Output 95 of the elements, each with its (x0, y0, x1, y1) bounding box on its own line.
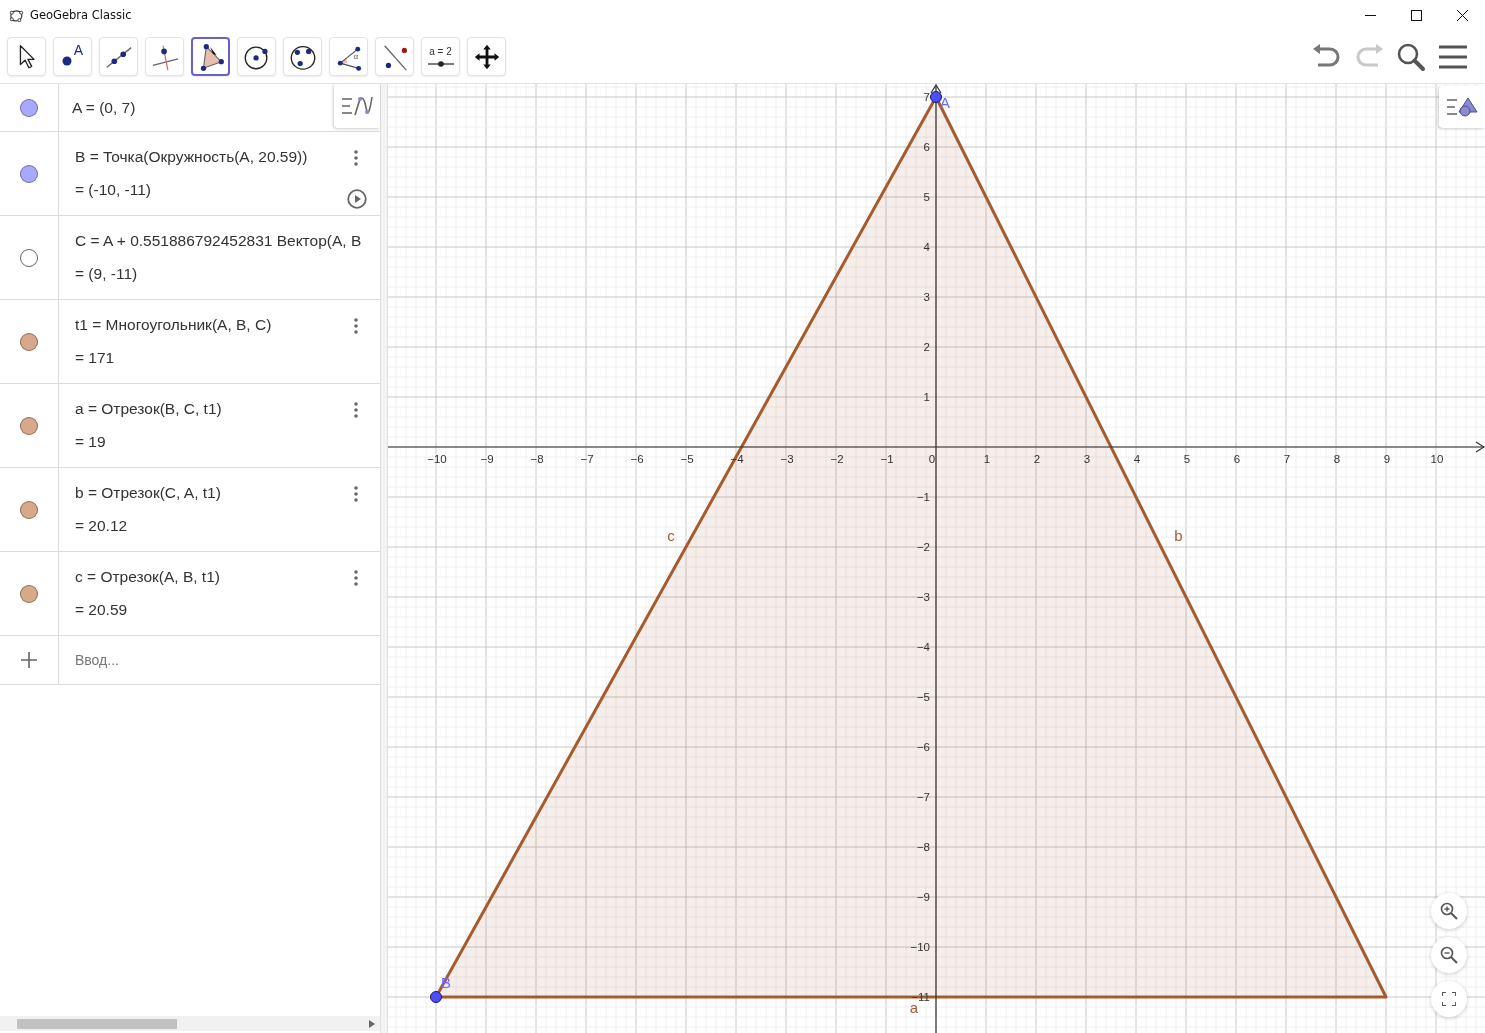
algebra-value: = 19 (75, 433, 106, 451)
x-tick-label: 3 (1083, 453, 1091, 465)
algebra-value: = 20.59 (75, 601, 128, 619)
more-icon (354, 570, 358, 586)
algebra-value: = 20.12 (75, 517, 128, 535)
zoom-out-button[interactable] (1431, 937, 1467, 973)
x-tick-label: 5 (1183, 453, 1191, 465)
more-icon (354, 150, 358, 166)
fullscreen-button[interactable] (1431, 981, 1467, 1017)
algebra-definition[interactable]: c = Отрезок(A, B, t1) (75, 568, 220, 586)
zoom-in-button[interactable] (1431, 893, 1467, 929)
maximize-icon (1410, 9, 1422, 21)
point-icon (61, 56, 72, 66)
segment-label: b (1174, 526, 1183, 544)
menu-icon (1438, 44, 1468, 69)
y-tick-label: −6 (916, 741, 930, 753)
y-tick-label: −7 (916, 791, 930, 803)
play-button[interactable] (347, 189, 367, 209)
algebra-definition[interactable]: t1 = Многоугольник(A, B, C) (75, 316, 272, 334)
x-tick-label: −7 (580, 453, 594, 465)
x-tick-label: 7 (1283, 453, 1291, 465)
algebra-definition[interactable]: A = (0, 7) (72, 98, 136, 117)
scroll-right-arrow-icon[interactable] (369, 1019, 375, 1028)
x-tick-label: −3 (780, 453, 794, 465)
more-options-button[interactable] (352, 568, 360, 588)
algebra-definition[interactable]: b = Отрезок(C, A, t1) (75, 484, 221, 502)
y-tick-label: 7 (923, 91, 930, 103)
slider-icon (427, 61, 454, 67)
more-options-button[interactable] (352, 316, 360, 336)
tool-button[interactable]: a = 2 (421, 37, 460, 76)
y-tick-label: 4 (923, 241, 930, 253)
zoom-out-icon (1440, 946, 1458, 964)
y-tick-label: −9 (916, 891, 930, 903)
y-tick-label: −2 (916, 541, 930, 553)
search-icon (1396, 41, 1426, 72)
zoom-in-icon (1440, 902, 1458, 920)
x-tick-label: 4 (1133, 453, 1141, 465)
algebra-definition[interactable]: a = Отрезок(B, C, t1) (75, 400, 222, 418)
x-tick-label: −10 (427, 453, 447, 465)
more-options-button[interactable] (352, 148, 360, 168)
algebra-definition[interactable]: C = A + 0.551886792452831 Вектор(A, B (75, 232, 362, 250)
algebra-style-icon (341, 95, 373, 117)
y-tick-label: −10 (910, 941, 930, 953)
fullscreen-icon (1442, 992, 1456, 1006)
y-tick-label: 6 (923, 141, 930, 153)
x-tick-label: −9 (480, 453, 494, 465)
y-tick-label: 3 (923, 291, 930, 303)
algebra-style-button[interactable] (334, 84, 380, 128)
graphics-style-icon (1446, 96, 1478, 118)
x-tick-label: −5 (680, 453, 694, 465)
x-tick-label: −6 (630, 453, 644, 465)
algebra-value: = (9, -11) (75, 265, 138, 283)
more-options-button[interactable] (352, 400, 360, 420)
tool-button[interactable] (191, 37, 230, 76)
tool-button[interactable]: α (329, 37, 368, 76)
algebra-value: = (-10, -11) (75, 181, 151, 199)
close-icon (1456, 9, 1468, 21)
y-tick-label: −8 (916, 841, 930, 853)
more-icon (354, 402, 358, 418)
graphics-style-button[interactable] (1439, 86, 1485, 128)
y-tick-label: −4 (916, 641, 930, 653)
point-marker (930, 91, 942, 103)
x-tick-label: 10 (1430, 453, 1444, 465)
app-icon (9, 7, 24, 23)
y-tick-label: −5 (916, 691, 930, 703)
horizontal-scrollbar[interactable] (0, 1016, 380, 1031)
plus-icon[interactable] (21, 652, 37, 668)
tool-button[interactable]: A (53, 37, 92, 76)
x-tick-label: 8 (1333, 453, 1341, 465)
more-options-button[interactable] (352, 484, 360, 504)
x-tick-label: 2 (1033, 453, 1041, 465)
x-tick-label: −2 (830, 453, 844, 465)
point-label: A (940, 94, 950, 111)
y-tick-label: 5 (923, 191, 930, 203)
more-icon (354, 486, 358, 502)
x-tick-label: −1 (880, 453, 894, 465)
y-tick-label: −3 (916, 591, 930, 603)
algebra-definition[interactable]: B = Точка(Окружность(A, 20.59)) (75, 148, 308, 166)
x-tick-label: 1 (983, 453, 991, 465)
x-tick-label: −8 (530, 453, 544, 465)
segment-label: c (667, 526, 675, 544)
x-tick-label: 9 (1383, 453, 1391, 465)
x-tick-label: 6 (1233, 453, 1241, 465)
redo-icon (1354, 43, 1384, 70)
window-title: GeoGebra Classic (30, 8, 132, 22)
algebra-value: = 171 (75, 349, 115, 367)
y-tick-label: 1 (923, 391, 930, 403)
point-marker (430, 991, 442, 1003)
y-tick-label: −1 (916, 491, 930, 503)
play-icon (347, 189, 367, 209)
undo-icon (1312, 43, 1342, 70)
more-icon (354, 318, 358, 334)
visibility-toggle[interactable] (20, 248, 38, 267)
x-tick-label: 0 (928, 453, 936, 465)
y-tick-label: 2 (923, 341, 930, 353)
